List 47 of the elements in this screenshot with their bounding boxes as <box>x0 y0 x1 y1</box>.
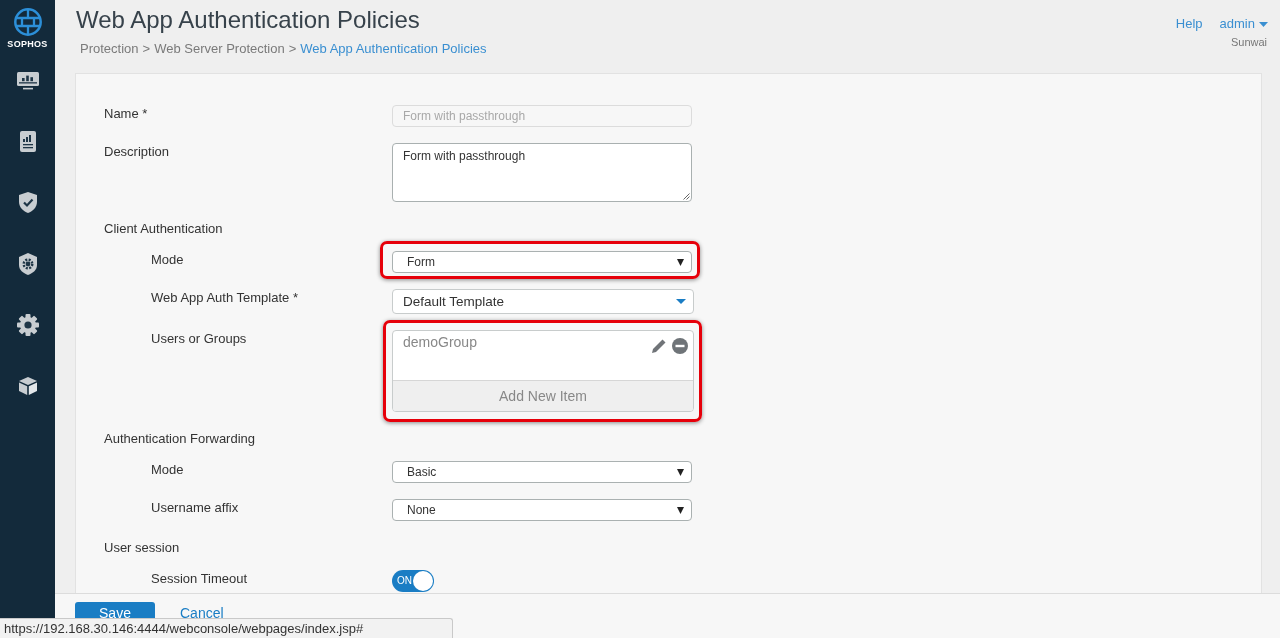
section-heading: Authentication Forwarding <box>104 431 256 446</box>
breadcrumb-item[interactable]: Protection <box>80 41 139 57</box>
shield-check-icon[interactable] <box>18 192 37 213</box>
settings-icon[interactable] <box>16 313 39 336</box>
cancel-link[interactable]: Cancel <box>180 605 224 621</box>
account-name: Sunwai <box>1230 35 1267 49</box>
resize-grip-icon[interactable] <box>683 193 690 200</box>
field-label: Mode <box>151 462 184 477</box>
field-label: Session Timeout <box>151 571 248 586</box>
field-label: Username affix <box>151 500 239 515</box>
select-dropdown[interactable]: None <box>392 499 692 521</box>
monitor-icon[interactable] <box>16 71 39 90</box>
document-chart-icon[interactable] <box>19 131 36 152</box>
toggle-switch[interactable]: ON <box>392 570 434 592</box>
toggle-knob <box>413 571 433 591</box>
field-label: Mode <box>151 252 184 267</box>
field-label: Description <box>104 144 170 159</box>
page-title: Web App Authentication Policies <box>76 5 421 35</box>
select-dropdown[interactable]: Form <box>392 251 692 273</box>
caret-icon <box>677 468 684 476</box>
breadcrumb-item[interactable]: Web Server Protection <box>154 41 285 57</box>
field-label: Name * <box>104 106 148 121</box>
logo-text: SOPHOS <box>7 39 48 49</box>
field-label: Users or Groups <box>151 331 247 346</box>
help-link[interactable]: Help <box>1175 16 1203 32</box>
caret-icon <box>676 299 686 304</box>
caret-icon <box>677 258 684 266</box>
link-url-tooltip: https://192.168.30.146:4444/webconsole/webpages/index.jsp# <box>0 618 453 638</box>
field-label: Web App Auth Template * <box>151 290 298 305</box>
text-area[interactable]: Form with passthrough <box>392 143 692 202</box>
remove-icon[interactable] <box>672 338 688 354</box>
list-item[interactable]: demoGroup <box>403 333 477 351</box>
globe-logo-icon[interactable] <box>13 8 42 36</box>
breadcrumb-separator: > <box>142 41 151 57</box>
select-dropdown[interactable]: Basic <box>392 461 692 483</box>
add-item-button[interactable]: Add New Item <box>393 380 693 411</box>
caret-icon <box>677 506 684 514</box>
box-icon[interactable] <box>17 375 38 396</box>
breadcrumb-item: Web App Authentication Policies <box>300 41 487 57</box>
pencil-icon[interactable] <box>651 338 667 354</box>
breadcrumb-separator: > <box>288 41 297 57</box>
user-menu[interactable]: admin <box>1219 16 1268 32</box>
section-heading: User session <box>104 540 180 555</box>
caret-icon <box>1259 21 1268 27</box>
shield-gear-icon[interactable] <box>17 252 38 275</box>
combo-box[interactable]: Default Template <box>392 289 694 314</box>
section-heading: Client Authentication <box>104 221 223 236</box>
